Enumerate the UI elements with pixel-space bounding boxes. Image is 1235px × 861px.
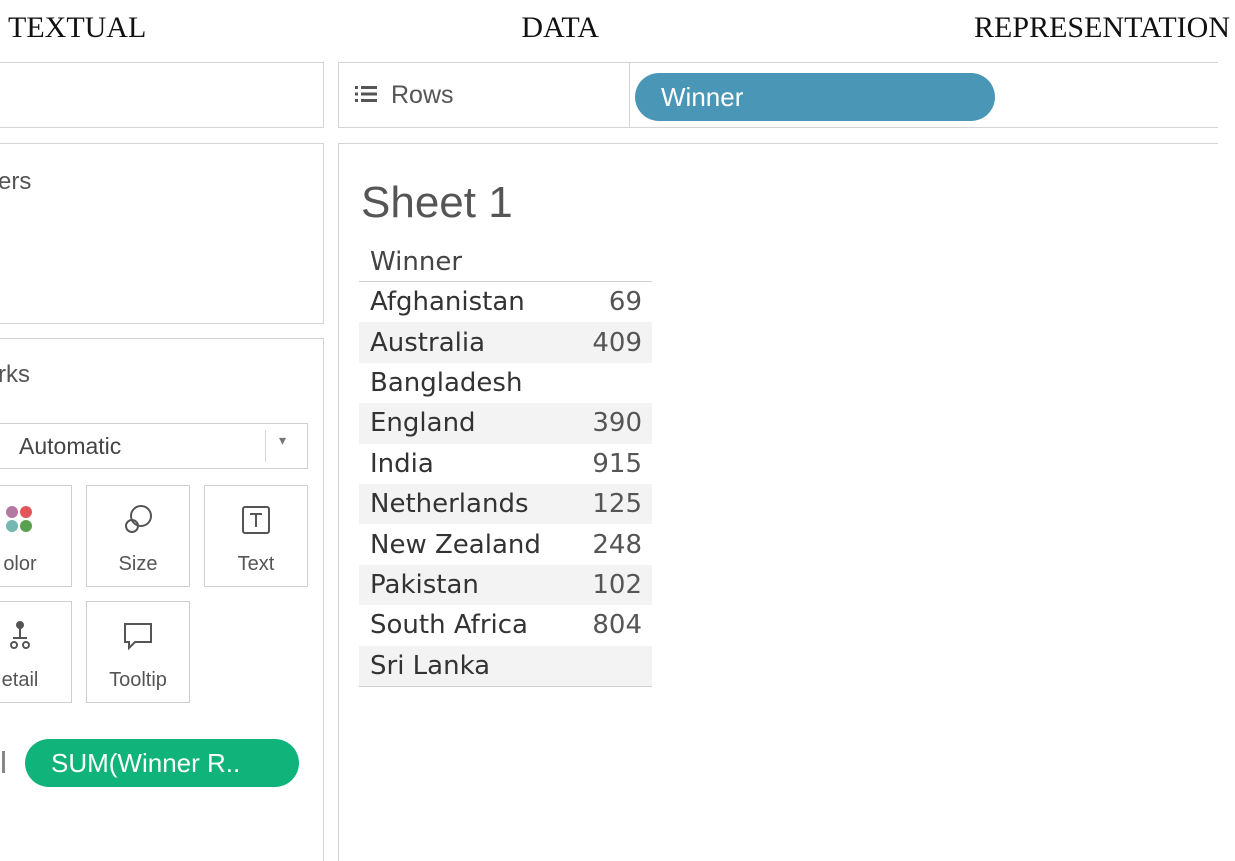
row-country: Afghanistan (370, 287, 525, 318)
row-value: 248 (592, 529, 642, 560)
mark-type-dropdown[interactable]: Automatic ▾ (0, 423, 308, 469)
row-country: Australia (370, 327, 486, 358)
row-value: 390 (592, 408, 642, 439)
color-label: olor (3, 553, 37, 575)
chevron-down-icon[interactable]: ▾ (279, 433, 286, 449)
data-table: Winner Afghanistan 69 Australia 409 Banglade… (359, 242, 652, 687)
row-country: Netherlands (370, 489, 529, 520)
rows-icon (355, 85, 377, 107)
text-button[interactable]: Text (204, 485, 308, 587)
table-row[interactable]: Sri Lanka (359, 645, 652, 686)
size-button[interactable]: Size (86, 485, 190, 587)
rows-divider (629, 63, 630, 127)
filters-title: ers (0, 168, 32, 195)
row-country: Sri Lanka (370, 650, 491, 681)
sheet-view: Sheet 1 Winner Afghanistan 69 Australia 409… (338, 143, 1218, 861)
row-value: 804 (592, 610, 642, 641)
dropdown-divider (265, 430, 266, 462)
tooltip-label: Tooltip (109, 669, 167, 691)
detail-icon (0, 618, 71, 654)
tooltip-icon (87, 618, 189, 654)
heading-word-representation: REPRESENTATION (974, 11, 1230, 44)
color-button[interactable]: olor (0, 485, 72, 587)
marks-title: rks (0, 361, 30, 388)
table-row[interactable]: Netherlands 125 (359, 483, 652, 525)
filters-card: ers (0, 143, 324, 324)
color-icon (0, 502, 71, 538)
row-country: Pakistan (370, 569, 479, 600)
table-row[interactable]: Bangladesh (359, 363, 652, 403)
text-label: Text (237, 553, 275, 575)
heading-word-textual: TEXTUAL (8, 11, 147, 44)
table-bottom-border (359, 685, 652, 687)
table-row[interactable]: New Zealand 248 (359, 524, 652, 564)
marks-card: rks Automatic ▾ olor Size Text etail Too… (0, 338, 324, 861)
size-icon (87, 502, 189, 538)
winner-pill[interactable]: Winner (635, 73, 995, 121)
tooltip-button[interactable]: Tooltip (86, 601, 190, 703)
row-country: India (370, 448, 434, 479)
sheet-title: Sheet 1 (361, 178, 513, 227)
row-value: 102 (592, 569, 642, 600)
mark-type-value: Automatic (19, 433, 122, 459)
rows-label: Rows (391, 81, 454, 109)
table-row[interactable]: Afghanistan 69 (359, 282, 652, 322)
text-icon (205, 502, 307, 538)
detail-label: etail (1, 669, 39, 691)
row-value: 125 (592, 489, 642, 520)
document-heading: TEXTUAL DATA REPRESENTATION (8, 8, 1230, 48)
table-row[interactable]: South Africa 804 (359, 605, 652, 645)
heading-word-data: DATA (521, 11, 599, 44)
table-row[interactable]: Australia 409 (359, 322, 652, 363)
row-country: South Africa (370, 610, 528, 641)
sum-winner-runs-pill[interactable]: SUM(Winner R.. (25, 739, 299, 787)
table-row[interactable]: India 915 (359, 444, 652, 484)
columns-area (0, 62, 324, 128)
table-header: Winner (359, 242, 652, 282)
row-country: Bangladesh (370, 367, 523, 398)
row-value: 409 (592, 327, 642, 358)
row-country: New Zealand (370, 529, 541, 560)
rows-shelf[interactable]: Rows Winner (338, 62, 1218, 128)
table-row[interactable]: Pakistan 102 (359, 564, 652, 606)
size-label: Size (118, 553, 158, 575)
detail-button[interactable]: etail (0, 601, 72, 703)
pill-text-marker (2, 751, 5, 773)
table-body: Afghanistan 69 Australia 409 Bangladesh Engla… (359, 282, 652, 686)
table-row[interactable]: England 390 (359, 403, 652, 444)
row-value: 915 (592, 448, 642, 479)
row-country: England (370, 408, 476, 439)
row-value: 69 (608, 287, 642, 318)
